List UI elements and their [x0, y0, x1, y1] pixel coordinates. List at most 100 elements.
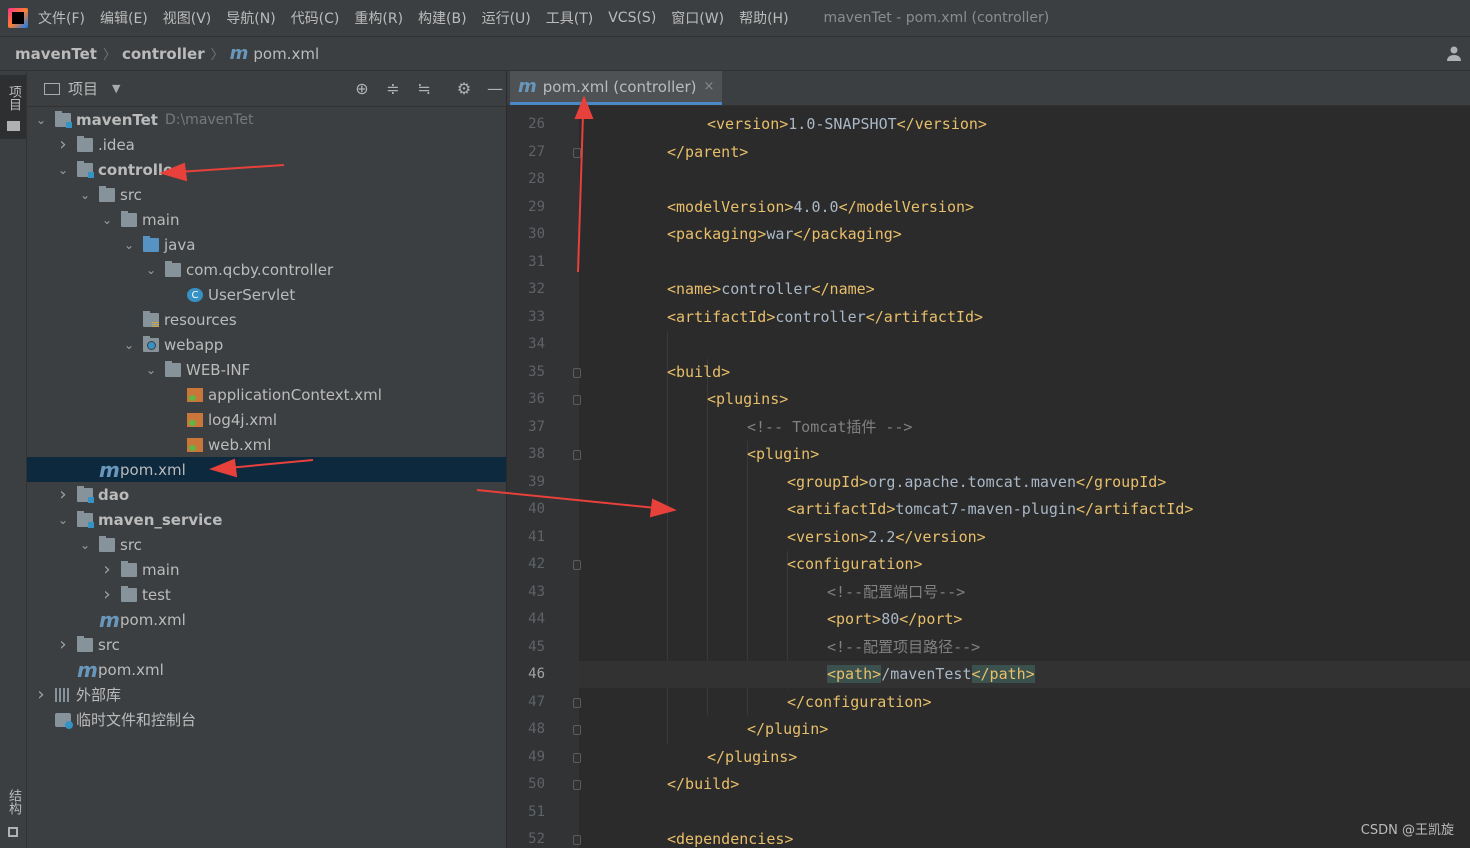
menu-window[interactable]: 窗口(W) [671, 8, 724, 28]
chevron-right-icon[interactable]: › [101, 584, 113, 605]
maven-file-icon: m [99, 457, 120, 482]
project-tool-tab[interactable]: 项目 [0, 75, 26, 139]
tree-node[interactable]: › main [27, 557, 506, 582]
menu-build[interactable]: 构建(B) [418, 8, 467, 28]
close-icon[interactable]: × [704, 79, 715, 94]
tree-node[interactable]: › 外部库 [27, 682, 506, 707]
tree-node[interactable]: ⌄ src [27, 532, 506, 557]
chevron-down-icon[interactable]: ⌄ [57, 513, 69, 527]
tree-node-label: WEB-INF [186, 360, 251, 379]
code-area[interactable]: <version>1.0-SNAPSHOT</version> </parent>… [579, 106, 1470, 848]
chevron-down-icon[interactable]: ⌄ [145, 363, 157, 377]
collapse-all-icon[interactable]: ≒ [413, 78, 435, 100]
tree-node[interactable]: ⌄ webapp [27, 332, 506, 357]
tree-node[interactable]: ⌄ WEB-INF [27, 357, 506, 382]
user-icon[interactable] [1446, 45, 1464, 63]
chevron-down-icon[interactable]: ⌄ [79, 538, 91, 552]
maven-file-icon: m [77, 657, 98, 682]
tree-node[interactable]: ⌄ maven_service [27, 507, 506, 532]
code-tag: </packaging> [793, 225, 902, 243]
menu-navigate[interactable]: 导航(N) [226, 8, 275, 28]
structure-tool-tab-label: 结构 [6, 789, 21, 815]
minimize-icon[interactable]: — [484, 78, 506, 100]
tree-node[interactable]: › test [27, 582, 506, 607]
breadcrumb-file[interactable]: pom.xml [253, 45, 319, 63]
line-number: 40 [528, 501, 545, 517]
tree-node[interactable]: ⌄ main [27, 207, 506, 232]
class-icon: C [187, 287, 203, 302]
tree-node[interactable]: m pom.xml [27, 457, 506, 482]
line-number: 30 [528, 226, 545, 242]
maven-file-icon: m [518, 76, 537, 97]
menu-run[interactable]: 运行(U) [482, 8, 531, 28]
tree-node[interactable]: m pom.xml [27, 657, 506, 682]
gear-icon[interactable]: ⚙ [453, 78, 475, 100]
menu-view[interactable]: 视图(V) [163, 8, 212, 28]
tree-node[interactable]: ⌄ controller [27, 157, 506, 182]
tree-node[interactable]: 临时文件和控制台 [27, 707, 506, 732]
chevron-right-icon[interactable]: › [57, 484, 69, 505]
tree-node[interactable]: › .idea [27, 132, 506, 157]
chevron-right-icon[interactable]: › [35, 684, 47, 705]
code-tag: </plugins> [707, 747, 798, 766]
code-line: <version>2.2</version> [787, 524, 986, 551]
code-tag: </groupId> [1076, 472, 1167, 491]
code-tag: <plugin> [747, 445, 820, 463]
tree-node[interactable]: m pom.xml [27, 607, 506, 632]
tree-node[interactable]: › dao [27, 482, 506, 507]
tree-node[interactable]: ⌄ mavenTet D:\mavenTet [27, 107, 506, 132]
xml-file-icon [187, 437, 203, 452]
code-tag: </port> [899, 610, 963, 628]
chevron-down-icon[interactable]: ⌄ [145, 263, 157, 277]
tree-node-label: com.qcby.controller [186, 260, 334, 279]
chevron-right-icon[interactable]: › [57, 134, 69, 155]
tree-node[interactable]: C UserServlet [27, 282, 506, 307]
maven-file-icon: m [229, 43, 249, 64]
tree-node[interactable]: log4j.xml [27, 407, 506, 432]
tree-node[interactable]: ⌄ com.qcby.controller [27, 257, 506, 282]
chevron-right-icon[interactable]: › [57, 634, 69, 655]
breadcrumb-project[interactable]: mavenTet [15, 45, 97, 63]
tree-node[interactable]: resources [27, 307, 506, 332]
menu-file[interactable]: 文件(F) [38, 8, 85, 28]
chevron-down-icon[interactable]: ⌄ [101, 213, 113, 227]
chevron-down-icon[interactable]: ⌄ [123, 238, 135, 252]
project-panel-title[interactable]: 项目 [68, 78, 98, 99]
folder-icon [99, 185, 115, 202]
code-line: <version>1.0-SNAPSHOT</version> [707, 111, 987, 138]
chevron-down-icon[interactable]: ⌄ [79, 188, 91, 202]
editor-tab-pom[interactable]: m pom.xml (controller) × [510, 71, 722, 105]
code-line: <artifactId>tomcat7-maven-plugin</artifa… [787, 496, 1193, 523]
code-comment: <!-- Tomcat插件 --> [747, 417, 913, 436]
chevron-right-icon[interactable]: › [101, 559, 113, 580]
tree-node[interactable]: applicationContext.xml [27, 382, 506, 407]
code-comment: <!--配置项目路径--> [827, 637, 981, 656]
chevron-down-icon[interactable]: ▼ [112, 82, 120, 95]
line-number: 38 [528, 446, 545, 462]
code-line: <!-- Tomcat插件 --> [747, 414, 912, 441]
tree-node[interactable]: › src [27, 632, 506, 657]
tree-node[interactable]: ⌄ java [27, 232, 506, 257]
code-line: <configuration> [787, 551, 922, 578]
tree-node[interactable]: ⌄ src [27, 182, 506, 207]
menu-code[interactable]: 代码(C) [291, 8, 340, 28]
menu-help[interactable]: 帮助(H) [739, 8, 788, 28]
code-line: <plugins> [707, 386, 788, 413]
expand-all-icon[interactable]: ≑ [382, 78, 404, 100]
menu-refactor[interactable]: 重构(R) [354, 8, 403, 28]
tree-node[interactable]: web.xml [27, 432, 506, 457]
menu-tools[interactable]: 工具(T) [546, 8, 593, 28]
chevron-down-icon[interactable]: ⌄ [123, 338, 135, 352]
breadcrumb-module[interactable]: controller [122, 45, 205, 63]
line-number: 37 [528, 418, 545, 435]
chevron-down-icon[interactable]: ⌄ [35, 113, 47, 127]
locate-icon[interactable]: ⊕ [351, 78, 373, 100]
menu-vcs[interactable]: VCS(S) [608, 10, 656, 26]
chevron-down-icon[interactable]: ⌄ [57, 163, 69, 177]
structure-tool-tab[interactable]: 结构 [0, 783, 26, 843]
tree-node-label: main [142, 560, 180, 579]
menu-edit[interactable]: 编辑(E) [100, 8, 148, 28]
folder-icon [7, 121, 20, 131]
folder-icon [165, 360, 181, 377]
tree-node-label: web.xml [208, 435, 272, 454]
